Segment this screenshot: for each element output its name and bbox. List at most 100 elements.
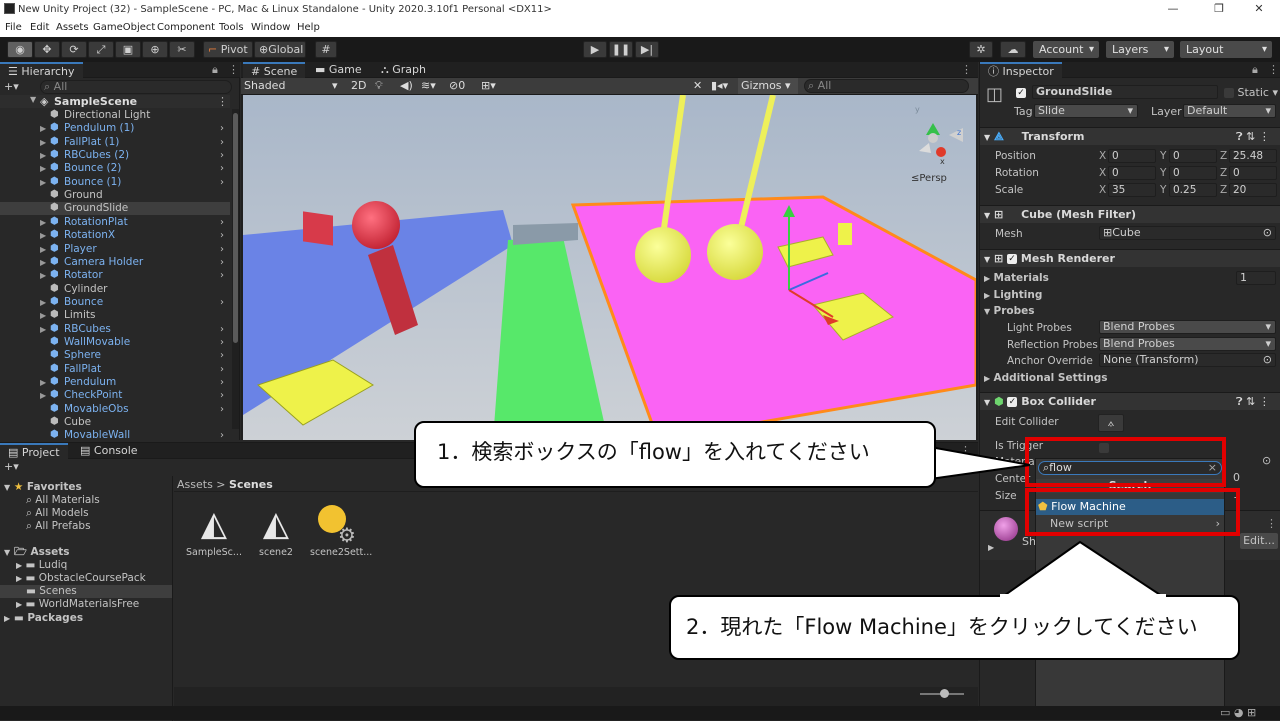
expand-arrow-icon[interactable]: ▶ (40, 136, 46, 149)
menu-assets[interactable]: Assets (56, 22, 89, 33)
hierarchy-item[interactable]: ⬢ Ground (0, 189, 230, 202)
material-picker-icon[interactable]: ⊙ (1262, 454, 1271, 467)
folder-ludiq[interactable]: ▶ ▬ Ludiq (16, 559, 67, 572)
hierarchy-item[interactable]: ▶ ⬢ Limits (0, 309, 230, 322)
open-prefab-icon[interactable]: › (220, 349, 224, 362)
center-z-value[interactable]: 0 (1233, 471, 1240, 484)
expand-arrow-icon[interactable]: ▶ (40, 176, 46, 189)
hierarchy-item[interactable]: ▶ ⬢ Player › (0, 243, 230, 256)
menu-file[interactable]: File (5, 22, 22, 33)
open-prefab-icon[interactable]: › (220, 336, 224, 349)
hierarchy-item[interactable]: ▶ ⬢ Bounce › (0, 296, 230, 309)
open-prefab-icon[interactable]: › (220, 229, 224, 242)
lighting-foldout[interactable]: Lighting (994, 289, 1043, 301)
hierarchy-item[interactable]: ⬢ Cylinder (0, 283, 230, 296)
hierarchy-scroll-thumb[interactable] (233, 113, 238, 343)
asset-scene2[interactable]: ◭ scene2 (248, 503, 304, 558)
pause-button[interactable]: ❚❚ (609, 41, 633, 58)
grid-icon[interactable]: ⊞▾ (481, 79, 496, 92)
object-picker-icon[interactable]: ⊙ (1263, 227, 1272, 239)
probes-foldout[interactable]: Probes (994, 305, 1035, 317)
hierarchy-item[interactable]: ▶ ⬢ RBCubes (2) › (0, 149, 230, 162)
transform-help-icon[interactable]: ❓︎ ⇅ ⋮ (1236, 128, 1270, 146)
transform-header[interactable]: ▼ ⟁ Transform ❓︎ ⇅ ⋮ (980, 127, 1280, 145)
rect-tool-icon[interactable]: ▣ (115, 41, 141, 58)
tab-scene[interactable]: # Scene (243, 62, 306, 79)
hierarchy-item[interactable]: ▶ ⬢ Camera Holder › (0, 256, 230, 269)
fav-all-models[interactable]: ⌕ All Models (26, 507, 89, 520)
active-checkbox[interactable]: ✓ (1016, 86, 1026, 99)
open-prefab-icon[interactable]: › (220, 269, 224, 282)
tab-game[interactable]: ▬ Game (307, 62, 370, 79)
scale-x-field[interactable]: 35 (1108, 183, 1156, 197)
rotation-z-field[interactable]: 0 (1229, 166, 1277, 180)
hierarchy-item[interactable]: ▶ ⬢ Pendulum (1) › (0, 122, 230, 135)
tab-hierarchy[interactable]: ☰ Hierarchy (0, 62, 83, 79)
hierarchy-item[interactable]: ▶ ⬢ CheckPoint › (0, 389, 230, 402)
object-name-field[interactable]: GroundSlide (1032, 85, 1218, 99)
hierarchy-item[interactable]: ⬢ Directional Light (0, 109, 230, 122)
hierarchy-item[interactable]: ▶ ⬢ RBCubes › (0, 323, 230, 336)
expand-arrow-icon[interactable]: ▶ (40, 296, 46, 309)
move-tool-icon[interactable]: ✥ (34, 41, 60, 58)
maximize-icon[interactable]: ❐ (1212, 3, 1226, 15)
open-prefab-icon[interactable]: › (220, 149, 224, 162)
expand-arrow-icon[interactable]: ▶ (40, 376, 46, 389)
hierarchy-item[interactable]: ⬢ MovableObs › (0, 403, 230, 416)
expand-arrow-icon[interactable]: ▶ (40, 216, 46, 229)
tab-inspector[interactable]: ⓘ Inspector (980, 62, 1062, 79)
hierarchy-item[interactable]: ⬢ FallPlat › (0, 363, 230, 376)
rotation-y-field[interactable]: 0 (1169, 166, 1217, 180)
tab-console[interactable]: ▤ Console (72, 443, 146, 460)
open-prefab-icon[interactable]: › (220, 363, 224, 376)
position-z-field[interactable]: 25.48 (1229, 149, 1277, 163)
hierarchy-item[interactable]: ▶ ⬢ Bounce (2) › (0, 162, 230, 175)
menu-gameobject[interactable]: GameObject (93, 22, 155, 33)
expand-arrow-icon[interactable]: ▶ (40, 256, 46, 269)
hierarchy-item[interactable]: ⬢ GroundSlide (0, 202, 230, 216)
rotation-x-field[interactable]: 0 (1108, 166, 1156, 180)
layer-dropdown[interactable]: Default ▾ (1183, 104, 1276, 118)
hierarchy-item[interactable]: ⬢ MovableWall › (0, 429, 230, 442)
expand-arrow-icon[interactable]: ▶ (40, 309, 46, 322)
hierarchy-item[interactable]: ▶ ⬢ RotationPlat › (0, 216, 230, 229)
light-probes-dropdown[interactable]: Blend Probes ▾ (1099, 320, 1276, 334)
toggle-2d-button[interactable]: 2D (351, 79, 366, 92)
rotate-tool-icon[interactable]: ⟳ (61, 41, 87, 58)
assets-folder[interactable]: ▼ 🗁︎ Assets (4, 546, 70, 559)
tab-project[interactable]: ▤ Project (0, 443, 68, 460)
open-prefab-icon[interactable]: › (220, 403, 224, 416)
static-checkbox[interactable]: Static ▾ (1224, 86, 1278, 99)
mesh-field[interactable]: ⊞Cube ⊙ (1099, 226, 1276, 240)
tools-icon[interactable]: ✕ (693, 79, 702, 92)
minimize-icon[interactable]: — (1166, 3, 1180, 15)
hierarchy-item[interactable]: ⬢ Cube (0, 416, 230, 429)
play-button[interactable]: ▶ (583, 41, 607, 58)
menu-edit[interactable]: Edit (30, 22, 49, 33)
scale-y-field[interactable]: 0.25 (1169, 183, 1217, 197)
breadcrumb-assets[interactable]: Assets (177, 478, 213, 491)
persp-label[interactable]: ≤Persp (911, 173, 947, 184)
tab-graph[interactable]: ⛬ Graph (373, 62, 434, 79)
custom-tool-icon[interactable]: ✂ (169, 41, 195, 58)
hierarchy-item[interactable]: ▶ ⬢ FallPlat (1) › (0, 136, 230, 149)
expand-arrow-icon[interactable]: ▶ (40, 323, 46, 336)
menu-window[interactable]: Window (251, 22, 290, 33)
packages-folder[interactable]: ▶ ▬ Packages (4, 612, 83, 625)
open-prefab-icon[interactable]: › (220, 389, 224, 402)
asset-scene2settings[interactable]: ⚙ scene2Sett... (310, 503, 372, 558)
mesh-filter-header[interactable]: ▼ ⊞ Cube (Mesh Filter) (980, 205, 1280, 223)
box-collider-help-icon[interactable]: ❓︎ ⇅ ⋮ (1236, 393, 1270, 411)
open-prefab-icon[interactable]: › (220, 243, 224, 256)
expand-arrow-icon[interactable]: ▶ (40, 162, 46, 175)
material-expand-icon[interactable]: ▶ (988, 543, 994, 552)
folder-scenes[interactable]: ▬ Scenes (0, 585, 172, 598)
tag-dropdown[interactable]: Slide ▾ (1034, 104, 1138, 118)
audio-icon[interactable]: ◀) (400, 79, 413, 92)
open-prefab-icon[interactable]: › (220, 176, 224, 189)
inspector-more-icon[interactable]: ⋮ (1268, 63, 1279, 76)
hierarchy-item[interactable]: ▶ ⬢ Bounce (1) › (0, 176, 230, 189)
lighting-icon[interactable]: 💡︎ (375, 79, 383, 93)
open-prefab-icon[interactable]: › (220, 256, 224, 269)
materials-label[interactable]: Materials (994, 272, 1049, 284)
